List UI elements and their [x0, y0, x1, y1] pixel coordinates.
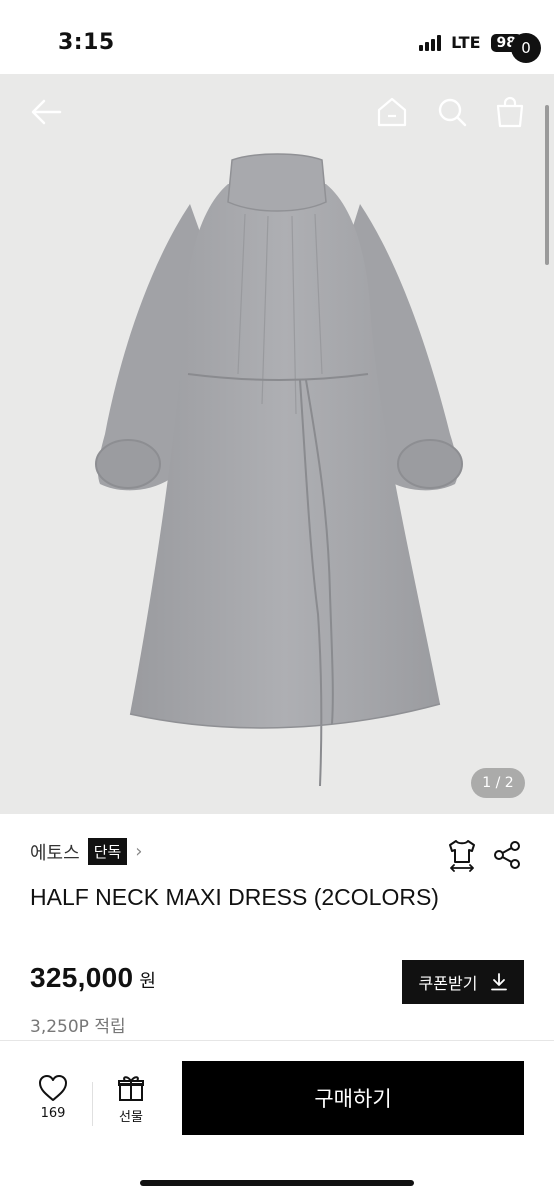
signal-icon — [419, 34, 442, 51]
share-icon — [494, 841, 520, 869]
brand-name: 에토스 — [30, 842, 80, 864]
product-image-gallery[interactable]: 1 / 2 — [0, 74, 554, 814]
product-image — [95, 153, 463, 787]
back-arrow-icon — [31, 99, 62, 125]
cart-button[interactable] — [488, 92, 532, 132]
home-icon — [377, 97, 407, 127]
brand-link[interactable]: 에토스 단독 › — [30, 838, 143, 865]
scrollbar[interactable] — [545, 105, 549, 265]
search-button[interactable] — [430, 92, 474, 132]
bottom-bar-separator — [92, 1082, 93, 1126]
size-guide-button[interactable] — [446, 838, 478, 872]
network-type: LTE — [451, 33, 481, 52]
search-icon — [438, 98, 467, 127]
product-title: HALF NECK MAXI DRESS (2COLORS) — [30, 884, 439, 910]
price-row: 325,000 원 — [30, 962, 156, 994]
currency-label: 원 — [139, 971, 156, 992]
back-button[interactable] — [24, 92, 68, 132]
exclusive-badge: 단독 — [87, 838, 128, 865]
status-bar: 3:15 LTE 98 — [0, 0, 554, 76]
cart-count-badge: 0 — [511, 33, 541, 63]
product-price: 325,000 — [30, 962, 134, 993]
share-button[interactable] — [492, 840, 522, 870]
bottom-bar-divider — [0, 1040, 554, 1041]
gift-icon — [118, 1076, 144, 1101]
shopping-bag-icon — [496, 96, 524, 128]
wishlist-count: 169 — [40, 1106, 66, 1121]
download-icon — [491, 973, 508, 991]
gift-button[interactable]: 선물 — [106, 1074, 156, 1125]
size-guide-icon — [449, 840, 475, 872]
home-button[interactable] — [370, 92, 414, 132]
status-indicators: LTE 98 — [419, 33, 522, 52]
home-indicator[interactable] — [140, 1180, 414, 1186]
wishlist-button[interactable]: 169 — [28, 1074, 78, 1121]
image-page-indicator: 1 / 2 — [471, 768, 525, 798]
status-time: 3:15 — [58, 30, 115, 55]
gift-label: 선물 — [119, 1110, 143, 1125]
reward-points: 3,250P 적립 — [30, 1017, 126, 1037]
coupon-download-button[interactable]: 쿠폰받기 — [402, 960, 524, 1004]
buy-button[interactable]: 구매하기 — [182, 1061, 524, 1135]
coupon-label: 쿠폰받기 — [418, 974, 478, 993]
heart-icon — [39, 1075, 67, 1101]
chevron-right-icon: › — [135, 841, 143, 862]
